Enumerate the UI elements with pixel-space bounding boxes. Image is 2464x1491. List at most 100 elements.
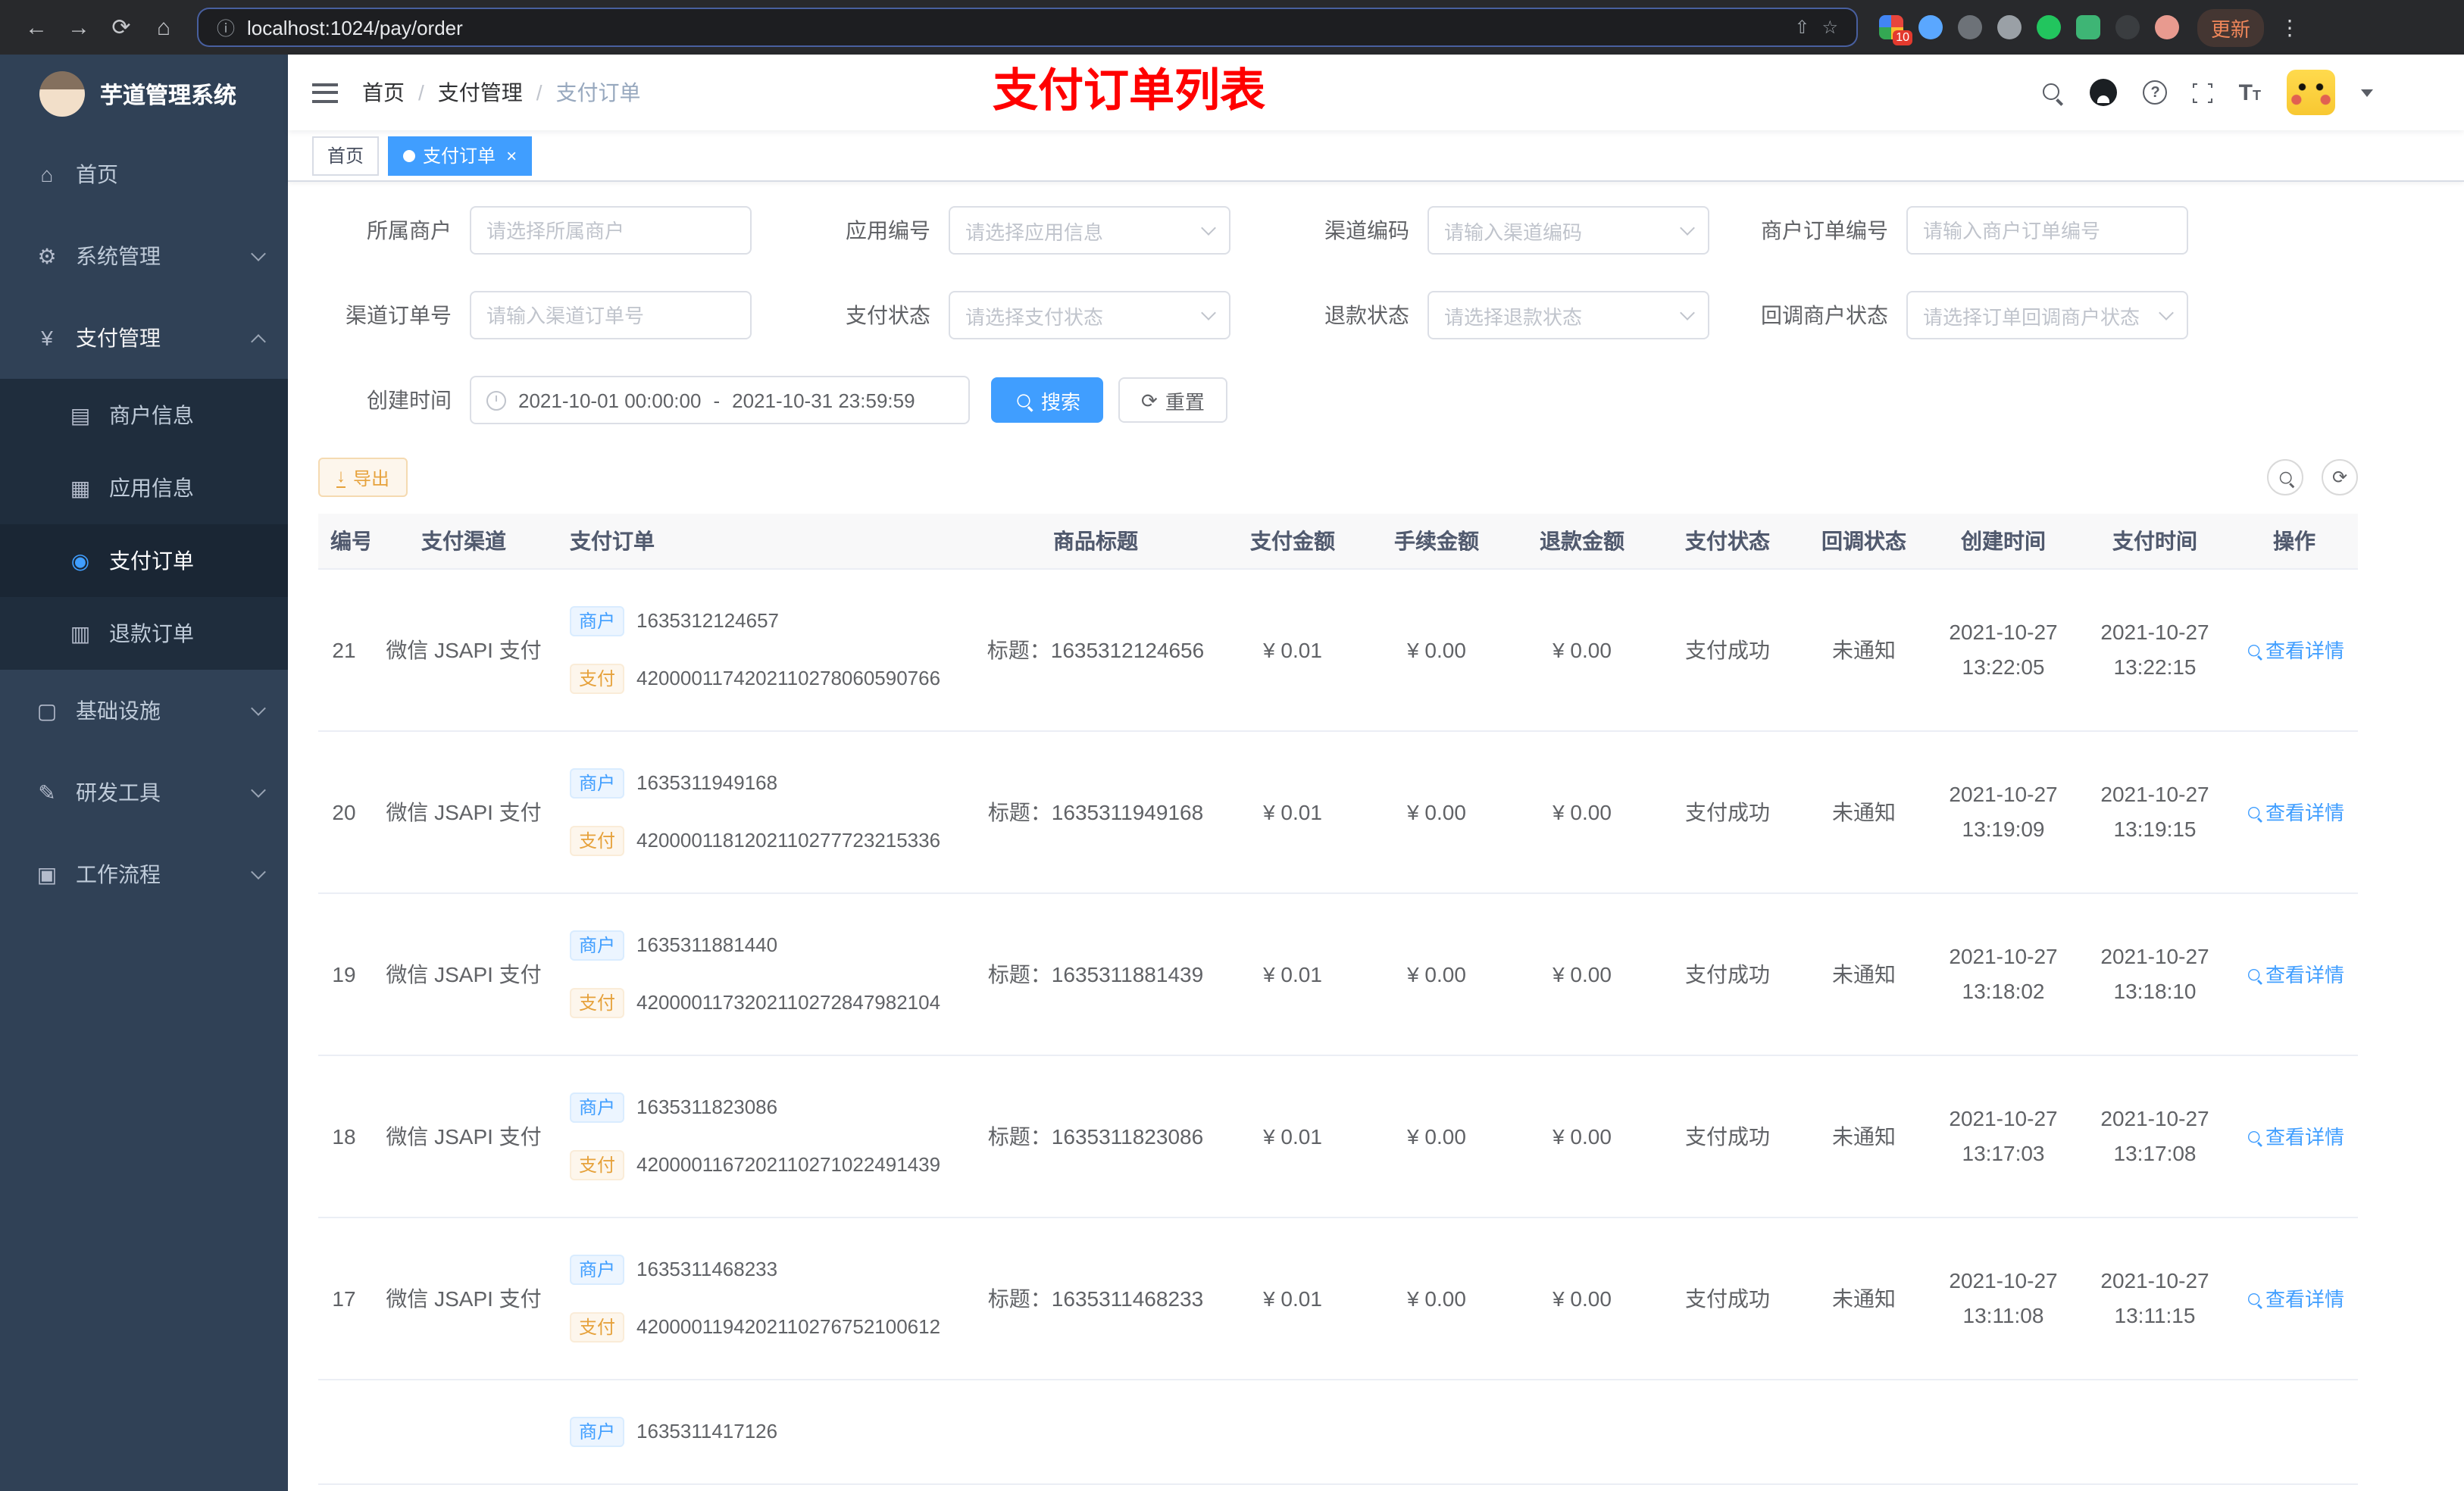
extension-icon-1[interactable]	[1918, 15, 1943, 39]
extension-icon-6[interactable]	[2115, 15, 2140, 39]
select-placeholder: 请选择退款状态	[1444, 305, 1583, 328]
cell-title: 标题：1635311468233	[970, 1217, 1221, 1380]
view-detail-link[interactable]: 查看详情	[2244, 959, 2344, 988]
extension-icon-3[interactable]	[1997, 15, 2022, 39]
filter-label-merchant: 所属商户	[367, 218, 452, 242]
url-text[interactable]: localhost:1024/pay/order	[247, 16, 1782, 39]
extension-icon-2[interactable]	[1958, 15, 1982, 39]
chevron-down-icon	[2159, 305, 2174, 320]
app-no-select[interactable]: 请选择应用信息	[949, 206, 1230, 255]
merchant-input[interactable]	[486, 219, 735, 242]
hamburger-icon[interactable]	[312, 83, 338, 102]
cell-action: 查看详情	[2231, 730, 2358, 893]
help-icon[interactable]: ?	[2143, 80, 2168, 105]
cell-notify: 未通知	[1800, 568, 1928, 731]
select-placeholder: 请选择订单回调商户状态	[1923, 305, 2140, 328]
reset-button[interactable]: ⟳ 重置	[1118, 377, 1227, 423]
sidebar-item-workflow[interactable]: ▣ 工作流程	[0, 833, 288, 915]
sidebar-item-dev-tools[interactable]: ✎ 研发工具	[0, 752, 288, 833]
sidebar-item-home[interactable]: ⌂ 首页	[0, 133, 288, 215]
cell-status: 支付成功	[1655, 568, 1800, 731]
extensions-puzzle-icon[interactable]: 10	[1879, 15, 1912, 45]
filter-label-pay-status: 支付状态	[846, 303, 930, 327]
cell-status: 支付成功	[1655, 1217, 1800, 1380]
share-icon[interactable]: ⇧	[1794, 17, 1809, 38]
clock-icon	[486, 390, 506, 410]
sidebar-item-payment[interactable]: ¥ 支付管理	[0, 297, 288, 379]
download-icon: ↓	[336, 465, 346, 488]
sidebar-item-pay-order[interactable]: ◉ 支付订单	[0, 524, 288, 597]
date-separator: -	[713, 389, 721, 411]
cell-pay-order: 商户 1635311468233 支付 4200001194202110276752…	[558, 1217, 970, 1380]
search-button[interactable]: 搜索	[991, 377, 1104, 423]
breadcrumb-payment[interactable]: 支付管理	[438, 77, 523, 108]
toggle-search-button[interactable]	[2267, 459, 2303, 495]
col-fee: 手续金额	[1364, 514, 1509, 569]
date-start-value: 2021-10-01 00:00:00	[518, 389, 702, 411]
col-action: 操作	[2231, 514, 2358, 569]
bookmark-star-icon[interactable]: ☆	[1821, 17, 1838, 38]
browser-forward-icon[interactable]: →	[58, 14, 100, 40]
sidebar-item-app-info[interactable]: ▦ 应用信息	[0, 452, 288, 524]
view-detail-label: 查看详情	[2265, 1288, 2344, 1311]
refund-status-select[interactable]: 请选择退款状态	[1427, 291, 1709, 339]
payment-submenu: ▤ 商户信息 ▦ 应用信息 ◉ 支付订单 ▥ 退款订单	[0, 379, 288, 670]
col-pay-order: 支付订单	[558, 514, 970, 569]
sidebar-item-merchant-info[interactable]: ▤ 商户信息	[0, 379, 288, 452]
sidebar-item-label: 退款订单	[109, 621, 194, 645]
cell-status	[1655, 1379, 1800, 1484]
pay-order-no: 4200001181202110277723215336	[636, 829, 941, 852]
extension-icon-4[interactable]	[2037, 15, 2061, 39]
cell-id: 17	[318, 1217, 370, 1380]
view-detail-link[interactable]: 查看详情	[2244, 1283, 2344, 1312]
create-time-range-picker[interactable]: 2021-10-01 00:00:00 - 2021-10-31 23:59:5…	[470, 376, 970, 424]
export-button[interactable]: ↓ 导出	[318, 458, 408, 497]
browser-menu-dots-icon[interactable]: ⋮	[2279, 14, 2300, 40]
cell-channel: 微信 JSAPI 支付	[370, 1055, 558, 1217]
channel-code-select[interactable]: 请输入渠道编码	[1427, 206, 1709, 255]
profile-avatar-icon[interactable]	[2155, 15, 2179, 39]
browser-back-icon[interactable]: ←	[15, 14, 58, 40]
tab-pay-order[interactable]: 支付订单 ×	[388, 136, 533, 175]
fullscreen-icon[interactable]	[2190, 80, 2216, 105]
chevron-down-icon	[1680, 220, 1695, 236]
sidebar-item-infrastructure[interactable]: ▢ 基础设施	[0, 670, 288, 752]
browser-refresh-icon[interactable]: ⟳	[100, 14, 142, 41]
close-icon[interactable]: ×	[506, 146, 517, 164]
channel-order-no-input[interactable]	[486, 304, 735, 327]
notify-status-select[interactable]: 请选择订单回调商户状态	[1906, 291, 2188, 339]
caret-down-icon[interactable]	[2361, 89, 2373, 96]
cell-refund: ¥ 0.00	[1509, 568, 1655, 731]
sidebar-item-system[interactable]: ⚙ 系统管理	[0, 215, 288, 297]
site-info-icon[interactable]: ⓘ	[217, 14, 235, 40]
channel-order-no-field[interactable]	[470, 291, 752, 339]
app-logo[interactable]: 芋道管理系统	[0, 55, 288, 133]
merchant-order-no-field[interactable]	[1906, 206, 2188, 255]
breadcrumb-home[interactable]: 首页	[362, 77, 405, 108]
pay-status-select[interactable]: 请选择支付状态	[949, 291, 1230, 339]
merchant-order-no-input[interactable]	[1923, 219, 2172, 242]
browser-home-icon[interactable]: ⌂	[142, 14, 185, 40]
user-avatar[interactable]	[2287, 70, 2335, 115]
sidebar-item-label: 首页	[76, 162, 118, 186]
github-icon[interactable]	[2090, 79, 2118, 106]
cell-create-time: 2021-10-27 13:18:02	[1928, 892, 2079, 1055]
pay-tag: 支付	[570, 825, 625, 855]
sidebar-item-refund-order[interactable]: ▥ 退款订单	[0, 597, 288, 670]
view-detail-link[interactable]: 查看详情	[2244, 797, 2344, 826]
table-row: 19 微信 JSAPI 支付 商户 1635311881440 支付 4200001…	[318, 892, 2358, 1055]
merchant-select[interactable]	[470, 206, 752, 255]
view-detail-link[interactable]: 查看详情	[2244, 635, 2344, 664]
font-size-icon[interactable]: TT	[2239, 81, 2261, 104]
tab-home[interactable]: 首页	[312, 136, 380, 175]
search-icon[interactable]	[2042, 81, 2065, 104]
address-bar[interactable]: ⓘ localhost:1024/pay/order ⇧ ☆	[197, 8, 1858, 47]
cell-create-time: 2021-10-27 13:17:03	[1928, 1055, 2079, 1217]
refresh-table-button[interactable]: ⟳	[2322, 459, 2358, 495]
browser-update-button[interactable]: 更新	[2197, 8, 2265, 46]
magnifier-icon	[2247, 643, 2260, 656]
cell-pay-order: 商户 1635311417126	[558, 1379, 970, 1484]
extension-icon-5[interactable]	[2076, 15, 2100, 39]
cell-pay-time: 2021-10-27 13:22:15	[2079, 568, 2231, 731]
view-detail-link[interactable]: 查看详情	[2244, 1121, 2344, 1150]
